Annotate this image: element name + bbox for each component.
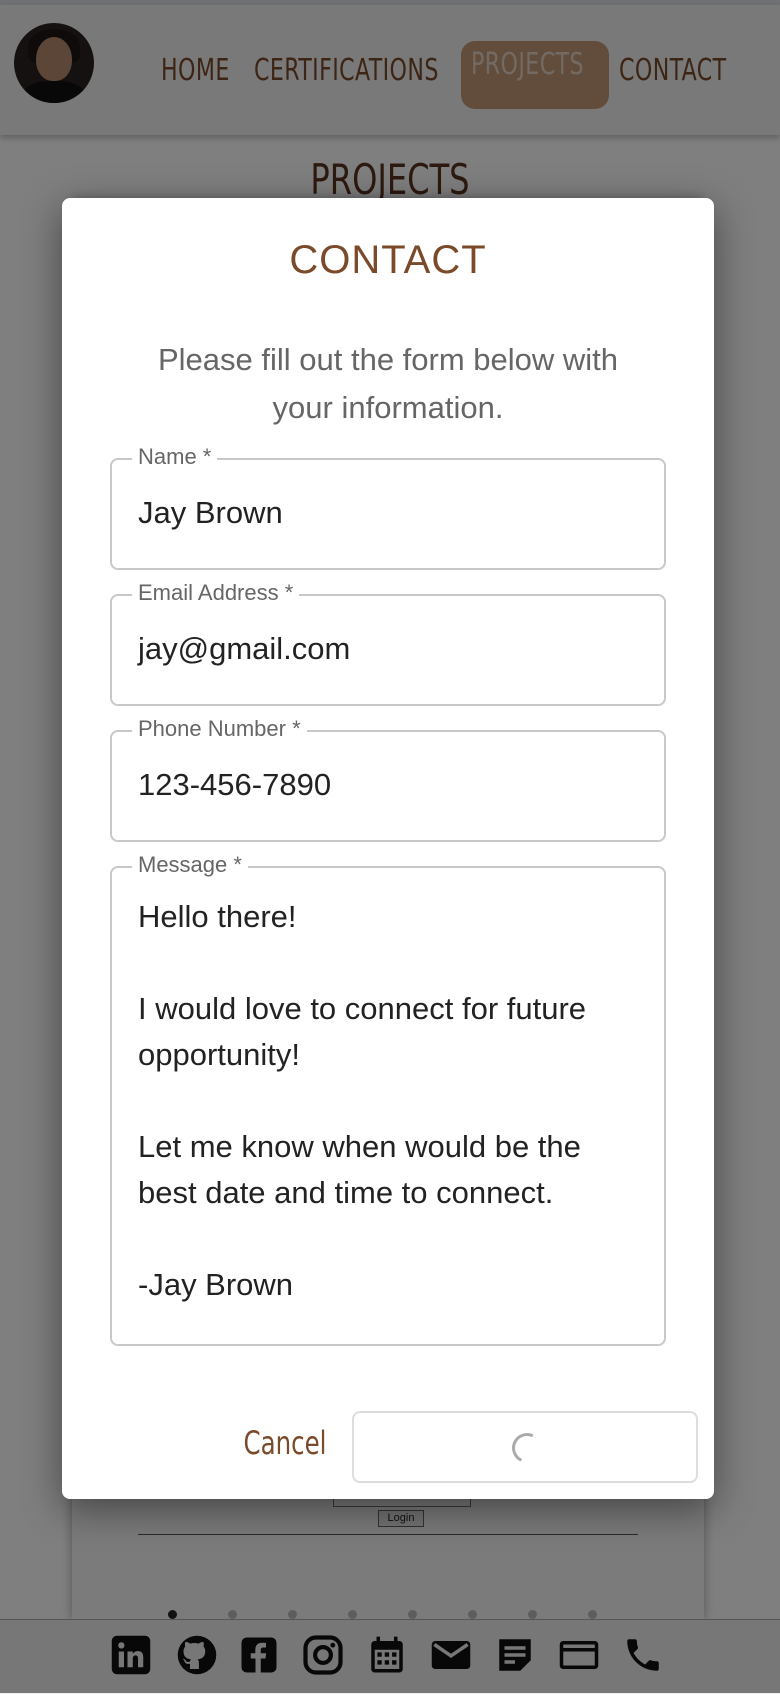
dialog-title: CONTACT — [289, 238, 487, 282]
cancel-button[interactable]: Cancel — [230, 1414, 341, 1472]
contact-dialog: CONTACT Please fill out the form below w… — [62, 198, 714, 1499]
name-field[interactable]: Name * Jay Brown — [110, 444, 666, 570]
phone-field-label: Phone Number * — [132, 716, 307, 742]
phone-field-value[interactable]: 123-456-7890 — [138, 762, 644, 808]
dialog-description: Please fill out the form below with your… — [157, 342, 619, 425]
email-field[interactable]: Email Address * jay@gmail.com — [110, 580, 666, 706]
name-field-value[interactable]: Jay Brown — [138, 490, 644, 536]
name-field-label: Name * — [132, 444, 218, 470]
email-field-value[interactable]: jay@gmail.com — [138, 626, 644, 672]
message-field-value[interactable]: Hello there! I would love to connect for… — [138, 894, 644, 1308]
message-field[interactable]: Message * Hello there! I would love to c… — [110, 852, 666, 1346]
email-field-label: Email Address * — [132, 580, 300, 606]
submit-button[interactable] — [352, 1411, 698, 1483]
phone-field[interactable]: Phone Number * 123-456-7890 — [110, 716, 666, 842]
message-field-label: Message * — [132, 852, 248, 878]
loading-spinner-icon — [507, 1428, 547, 1468]
